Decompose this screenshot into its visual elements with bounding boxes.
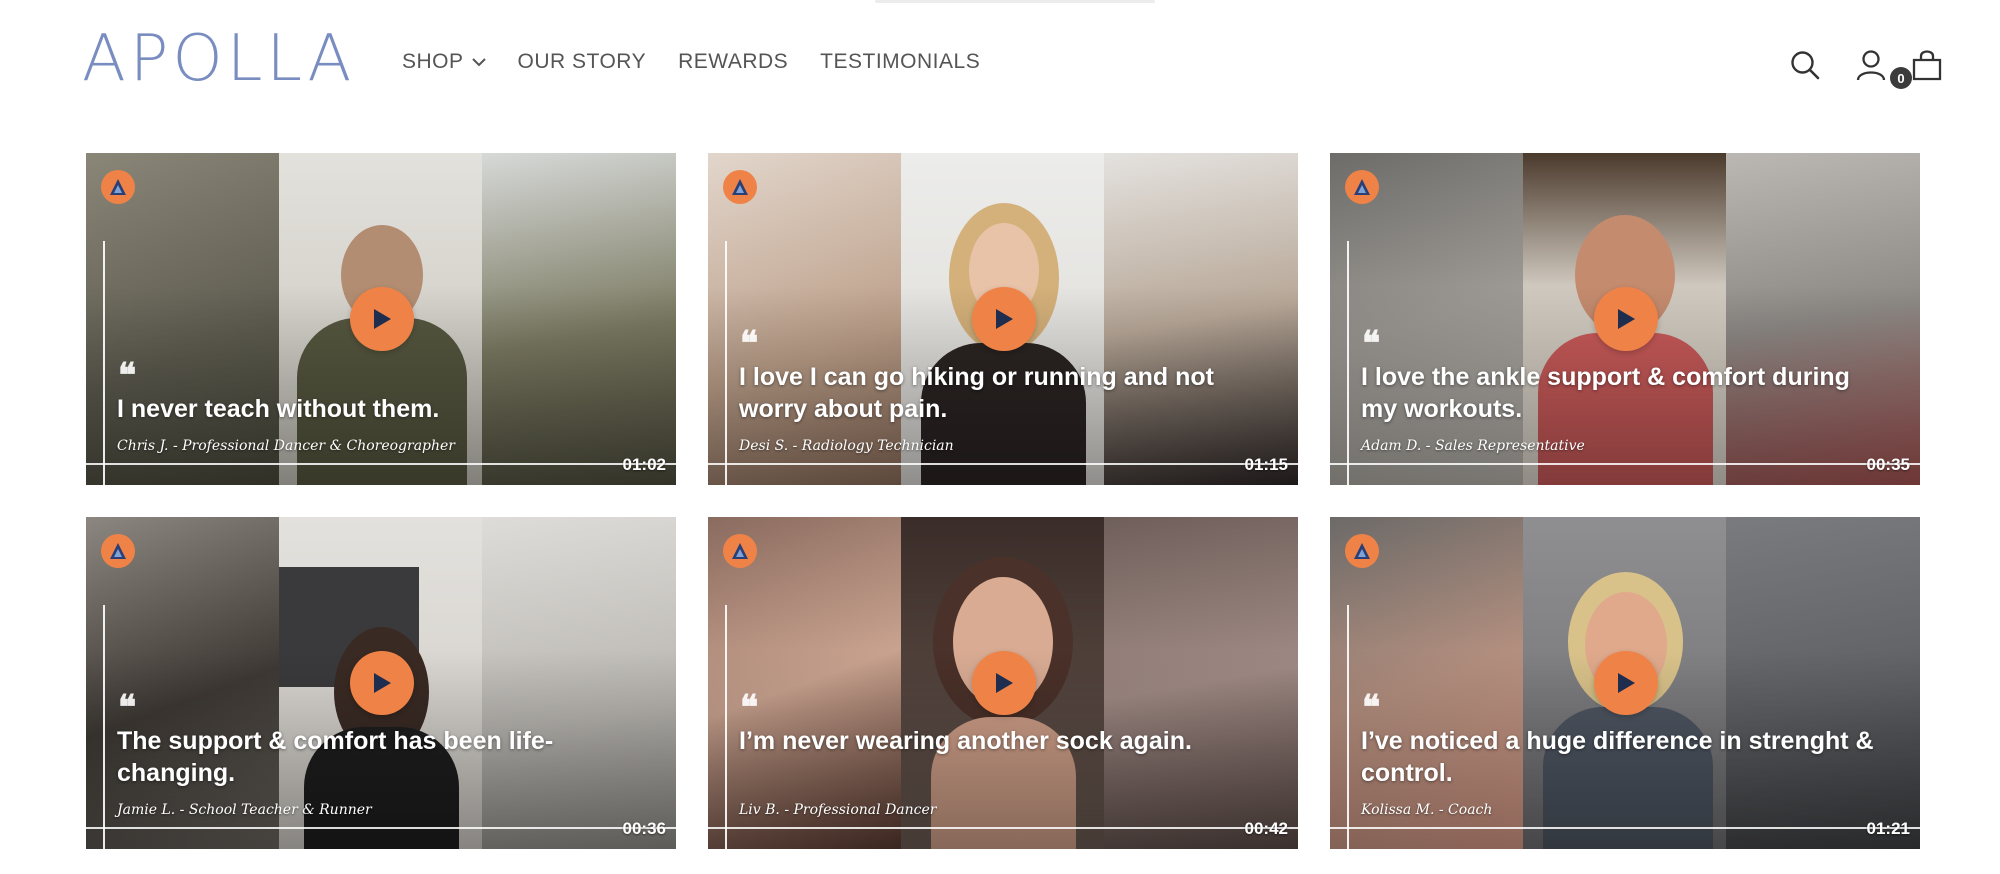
chevron-down-icon	[471, 57, 486, 67]
testimonial-quote: I’ve noticed a huge difference in streng…	[1361, 727, 1874, 787]
testimonial-card[interactable]: ❝ I love I can go hiking or running and …	[708, 153, 1298, 485]
play-button[interactable]	[350, 287, 414, 351]
site-header: APOLLA SHOP OUR STORY REWARDS TESTIMONIA…	[0, 0, 2000, 130]
apolla-badge-icon	[723, 534, 757, 568]
play-button[interactable]	[1594, 287, 1658, 351]
apolla-badge-icon	[723, 170, 757, 204]
quote-icon: ❝	[1362, 688, 1381, 728]
testimonial-quote: I love the ankle support & comfort durin…	[1361, 363, 1850, 423]
quote-icon: ❝	[118, 688, 137, 728]
cart-icon[interactable]	[1910, 48, 1944, 82]
search-icon[interactable]	[1790, 50, 1820, 80]
play-button[interactable]	[972, 287, 1036, 351]
nav-shop-label: SHOP	[402, 50, 464, 73]
apolla-badge-icon	[1345, 534, 1379, 568]
video-duration: 00:35	[1866, 455, 1910, 474]
testimonial-quote: The support & comfort has been life-chan…	[117, 727, 554, 787]
testimonial-card[interactable]: ❝ I never teach without them. Chris J. -…	[86, 153, 676, 485]
video-duration: 01:21	[1866, 819, 1910, 838]
quote-icon: ❝	[1362, 324, 1381, 364]
play-button[interactable]	[972, 651, 1036, 715]
testimonial-author: Jamie L. - School Teacher & Runner	[117, 802, 372, 818]
account-icon[interactable]	[1856, 49, 1886, 81]
testimonial-card[interactable]: ❝ The support & comfort has been life-ch…	[86, 517, 676, 849]
video-duration: 00:36	[622, 819, 666, 838]
video-duration: 00:42	[1244, 819, 1288, 838]
apolla-badge-icon	[101, 170, 135, 204]
testimonial-card[interactable]: ❝ I’ve noticed a huge difference in stre…	[1330, 517, 1920, 849]
play-button[interactable]	[1594, 651, 1658, 715]
testimonial-card[interactable]: ❝ I’m never wearing another sock again. …	[708, 517, 1298, 849]
testimonial-quote: I’m never wearing another sock again.	[739, 727, 1192, 755]
testimonial-quote: I love I can go hiking or running and no…	[739, 363, 1214, 423]
quote-icon: ❝	[740, 324, 759, 364]
apolla-logo[interactable]: APOLLA	[82, 22, 355, 96]
testimonial-quote: I never teach without them.	[117, 395, 440, 423]
nav-our-story[interactable]: OUR STORY	[518, 50, 647, 74]
testimonial-author: Desi S. - Radiology Technician	[739, 438, 954, 454]
apolla-badge-icon	[1345, 170, 1379, 204]
testimonial-card[interactable]: ❝ I love the ankle support & comfort dur…	[1330, 153, 1920, 485]
cart-count-badge: 0	[1890, 67, 1912, 89]
nav-shop[interactable]: SHOP	[402, 50, 486, 74]
play-button[interactable]	[350, 651, 414, 715]
apolla-badge-icon	[101, 534, 135, 568]
testimonial-author: Chris J. - Professional Dancer & Choreog…	[117, 438, 456, 454]
testimonial-author: Kolissa M. - Coach	[1361, 802, 1493, 818]
main-nav: SHOP OUR STORY REWARDS TESTIMONIALS	[402, 50, 1012, 74]
nav-testimonials[interactable]: TESTIMONIALS	[820, 50, 980, 74]
nav-rewards[interactable]: REWARDS	[678, 50, 788, 74]
quote-icon: ❝	[118, 356, 137, 396]
quote-icon: ❝	[740, 688, 759, 728]
testimonial-author: Liv B. - Professional Dancer	[739, 802, 937, 818]
testimonial-author: Adam D. - Sales Representative	[1361, 438, 1585, 454]
video-duration: 01:02	[622, 455, 666, 474]
video-duration: 01:15	[1244, 455, 1288, 474]
